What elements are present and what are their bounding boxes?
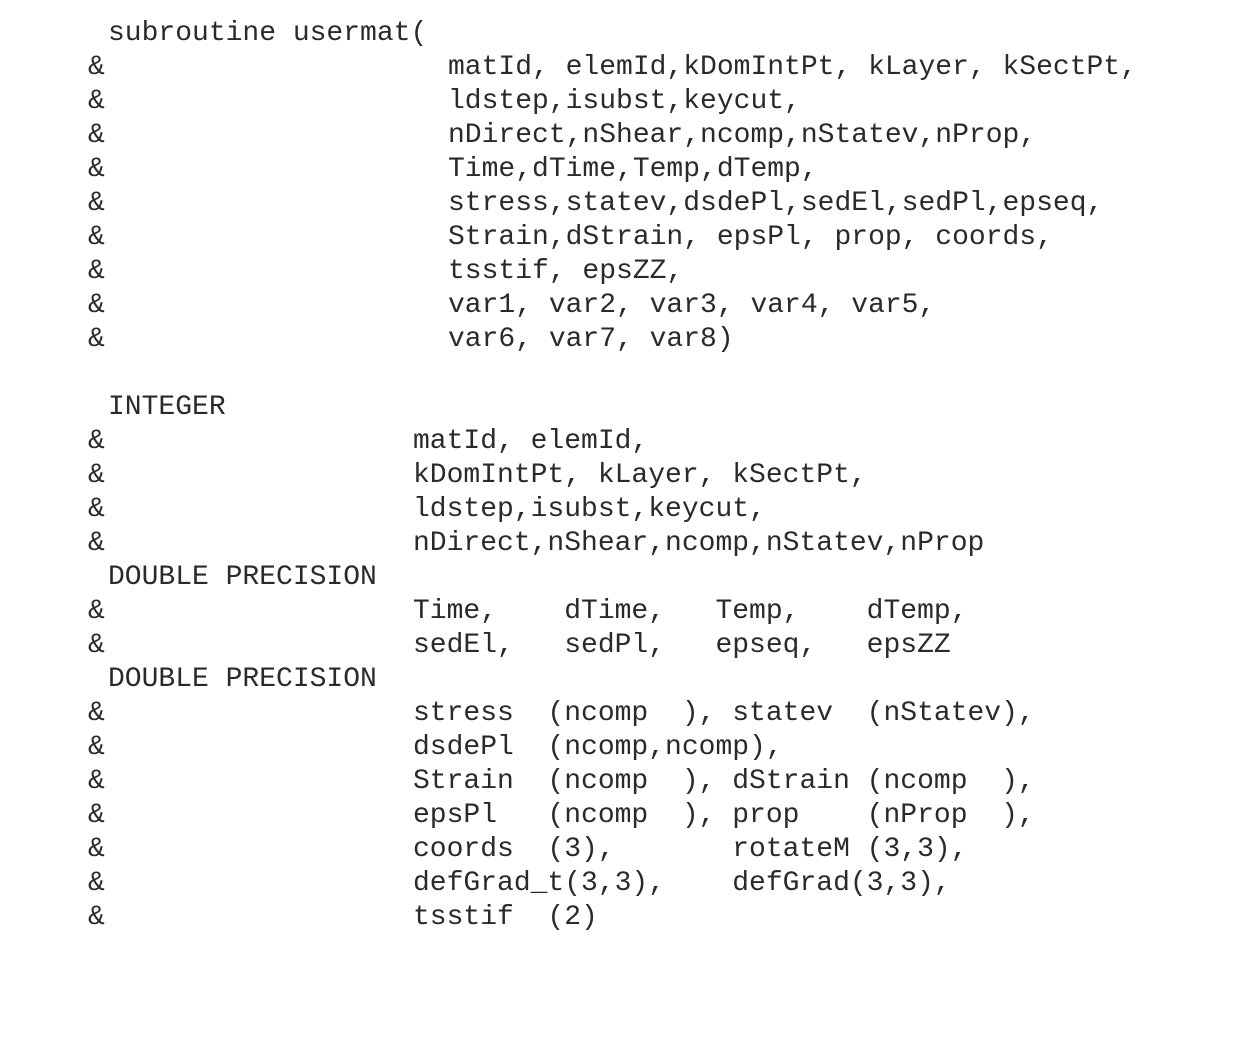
continuation-marker: &	[88, 596, 105, 627]
array-decl-text: coords (3), rotateM (3,3),	[413, 834, 968, 865]
subroutine-args-text: nDirect,nShear,ncomp,nStatev,nProp,	[448, 120, 1037, 151]
continuation-marker: &	[88, 120, 105, 151]
continuation-marker: &	[88, 834, 105, 865]
array-decl-text: stress (ncomp ), statev (nStatev),	[413, 698, 1035, 729]
array-decl-line: & tsstif (2)	[0, 901, 1242, 935]
continuation-marker: &	[88, 222, 105, 253]
subroutine-arg-line: & tsstif, epsZZ,	[0, 255, 1242, 289]
subroutine-arg-line: & var6, var7, var8)	[0, 323, 1242, 357]
subroutine-args-text: var1, var2, var3, var4, var5,	[448, 290, 936, 321]
array-decl-line: & epsPl (ncomp ), prop (nProp ),	[0, 799, 1242, 833]
subroutine-args-text: Strain,dStrain, epsPl, prop, coords,	[448, 222, 1053, 253]
continuation-marker: &	[88, 154, 105, 185]
subroutine-arg-line: & var1, var2, var3, var4, var5,	[0, 289, 1242, 323]
double-precision-keyword: DOUBLE PRECISION	[108, 664, 377, 695]
continuation-marker: &	[88, 528, 105, 559]
fortran-code-listing: subroutine usermat( & matId, elemId,kDom…	[0, 0, 1242, 965]
double-decl-line: & sedEl, sedPl, epseq, epsZZ	[0, 629, 1242, 663]
subroutine-header-line: subroutine usermat(	[0, 17, 1242, 51]
continuation-marker: &	[88, 460, 105, 491]
continuation-marker: &	[88, 902, 105, 933]
continuation-marker: &	[88, 426, 105, 457]
double-precision-keyword-line: DOUBLE PRECISION	[0, 663, 1242, 697]
double-precision-keyword: DOUBLE PRECISION	[108, 562, 377, 593]
continuation-marker: &	[88, 52, 105, 83]
subroutine-arg-line: & matId, elemId,kDomIntPt, kLayer, kSect…	[0, 51, 1242, 85]
array-decl-line: & coords (3), rotateM (3,3),	[0, 833, 1242, 867]
continuation-marker: &	[88, 290, 105, 321]
subroutine-args-text: matId, elemId,kDomIntPt, kLayer, kSectPt…	[448, 52, 1137, 83]
array-decl-line: & Strain (ncomp ), dStrain (ncomp ),	[0, 765, 1242, 799]
integer-decl-line: & kDomIntPt, kLayer, kSectPt,	[0, 459, 1242, 493]
integer-decl-line: & matId, elemId,	[0, 425, 1242, 459]
array-decl-text: epsPl (ncomp ), prop (nProp ),	[413, 800, 1035, 831]
integer-decl-text: kDomIntPt, kLayer, kSectPt,	[413, 460, 867, 491]
subroutine-args-text: ldstep,isubst,keycut,	[448, 86, 801, 117]
continuation-marker: &	[88, 630, 105, 661]
integer-keyword: INTEGER	[108, 392, 226, 423]
array-decl-line: & defGrad_t(3,3), defGrad(3,3),	[0, 867, 1242, 901]
continuation-marker: &	[88, 868, 105, 899]
integer-decl-line: & nDirect,nShear,ncomp,nStatev,nProp	[0, 527, 1242, 561]
integer-decl-text: nDirect,nShear,ncomp,nStatev,nProp	[413, 528, 985, 559]
subroutine-arg-line: & Strain,dStrain, epsPl, prop, coords,	[0, 221, 1242, 255]
double-decl-line: & Time, dTime, Temp, dTemp,	[0, 595, 1242, 629]
continuation-marker: &	[88, 256, 105, 287]
subroutine-arg-line: & Time,dTime,Temp,dTemp,	[0, 153, 1242, 187]
array-decl-line: & stress (ncomp ), statev (nStatev),	[0, 697, 1242, 731]
integer-decl-text: matId, elemId,	[413, 426, 649, 457]
integer-decl-line: & ldstep,isubst,keycut,	[0, 493, 1242, 527]
continuation-marker: &	[88, 188, 105, 219]
subroutine-header: subroutine usermat(	[108, 18, 428, 49]
double-decl-text: Time, dTime, Temp, dTemp,	[413, 596, 968, 627]
continuation-marker: &	[88, 494, 105, 525]
continuation-marker: &	[88, 86, 105, 117]
array-decl-text: dsdePl (ncomp,ncomp),	[413, 732, 783, 763]
array-decl-text: defGrad_t(3,3), defGrad(3,3),	[413, 868, 951, 899]
subroutine-args-text: var6, var7, var8)	[448, 324, 734, 355]
subroutine-args-text: Time,dTime,Temp,dTemp,	[448, 154, 818, 185]
continuation-marker: &	[88, 766, 105, 797]
array-decl-text: tsstif (2)	[413, 902, 598, 933]
subroutine-args-text: stress,statev,dsdePl,sedEl,sedPl,epseq,	[448, 188, 1104, 219]
continuation-marker: &	[88, 732, 105, 763]
integer-decl-text: ldstep,isubst,keycut,	[413, 494, 766, 525]
integer-keyword-line: INTEGER	[0, 391, 1242, 425]
continuation-marker: &	[88, 324, 105, 355]
subroutine-arg-line: & ldstep,isubst,keycut,	[0, 85, 1242, 119]
double-decl-text: sedEl, sedPl, epseq, epsZZ	[413, 630, 951, 661]
continuation-marker: &	[88, 800, 105, 831]
array-decl-line: & dsdePl (ncomp,ncomp),	[0, 731, 1242, 765]
subroutine-args-text: tsstif, epsZZ,	[448, 256, 684, 287]
array-decl-text: Strain (ncomp ), dStrain (ncomp ),	[413, 766, 1035, 797]
subroutine-arg-line: & stress,statev,dsdePl,sedEl,sedPl,epseq…	[0, 187, 1242, 221]
continuation-marker: &	[88, 698, 105, 729]
subroutine-arg-line: & nDirect,nShear,ncomp,nStatev,nProp,	[0, 119, 1242, 153]
double-precision-keyword-line: DOUBLE PRECISION	[0, 561, 1242, 595]
